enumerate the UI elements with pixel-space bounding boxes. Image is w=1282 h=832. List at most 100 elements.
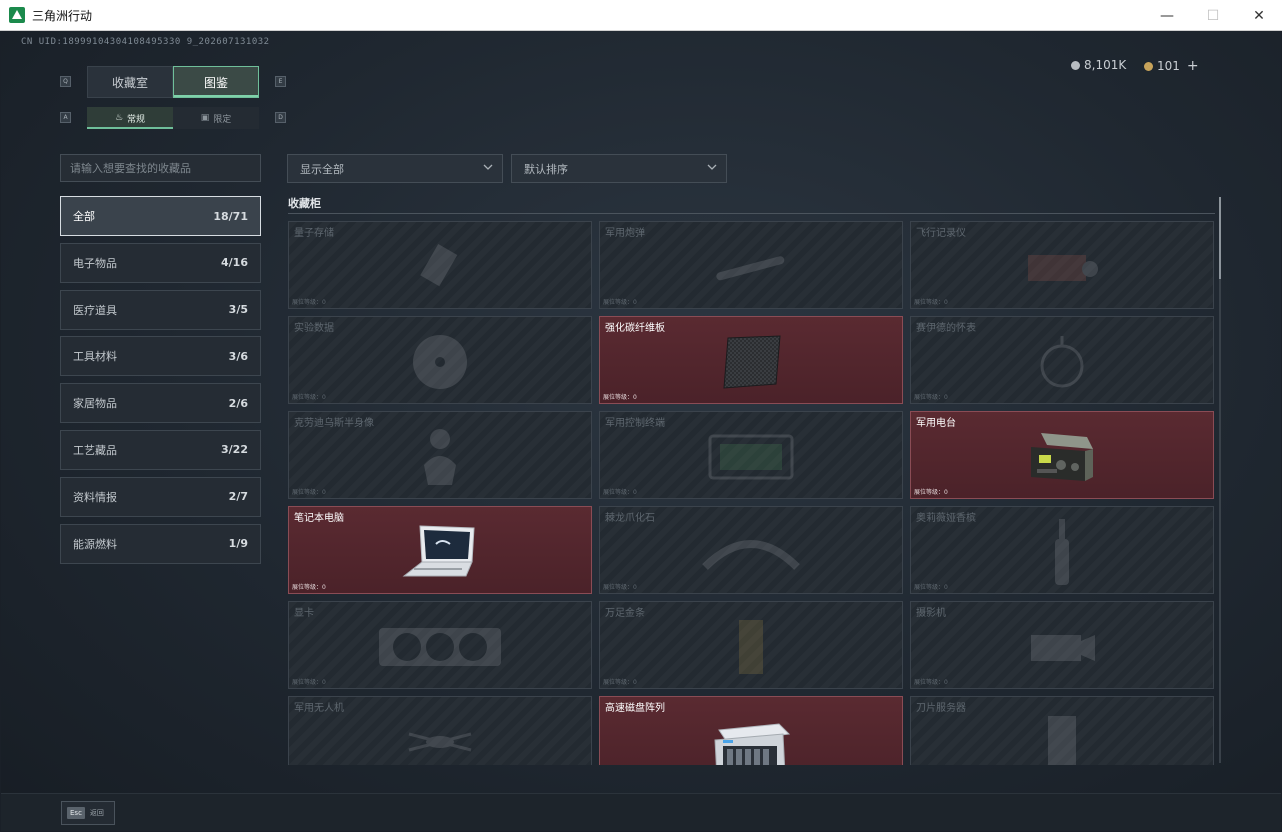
chevron-down-icon	[707, 164, 717, 170]
collection-card[interactable]: 量子存储 展位等级：0	[288, 221, 592, 309]
silver-coin-icon	[1071, 60, 1080, 70]
collection-card[interactable]: 万足金条 展位等级：0	[599, 601, 903, 689]
card-name: 军用控制终端	[605, 418, 665, 429]
collection-card[interactable]: 飞行记录仪 展位等级：0	[910, 221, 1214, 309]
collection-card[interactable]: 赛伊德的怀表 展位等级：0	[910, 316, 1214, 404]
close-button[interactable]: ✕	[1236, 0, 1282, 31]
category-medical[interactable]: 医疗道具 3/5	[60, 289, 261, 330]
user-uid: CN UID:18999104304108495330 9_2026071310…	[21, 37, 270, 47]
card-name: 军用电台	[916, 418, 956, 429]
card-level: 展位等级：0	[292, 394, 326, 401]
collection-grid-viewport: 量子存储 展位等级：0 军用炮弹 展位等级：0 飞行记录仪 展位等级：0 实验数…	[288, 221, 1216, 765]
category-count: 3/6	[228, 349, 248, 363]
category-label: 工具材料	[73, 350, 117, 364]
key-hint-e: E	[275, 76, 286, 87]
category-label: 电子物品	[73, 256, 117, 270]
category-intel[interactable]: 资料情报 2/7	[60, 476, 261, 517]
collection-card[interactable]: 强化碳纤维板 展位等级：0	[599, 316, 903, 404]
pocket-watch-icon	[1040, 335, 1084, 388]
category-electronics[interactable]: 电子物品 4/16	[60, 242, 261, 283]
card-level: 展位等级：0	[292, 489, 326, 496]
currency-primary: 8,101K	[1071, 58, 1126, 72]
category-count: 3/22	[221, 443, 248, 457]
sort-value: 默认排序	[524, 162, 568, 176]
camera-icon	[1031, 634, 1095, 661]
flame-icon: ♨	[114, 113, 124, 123]
collection-card[interactable]: 军用控制终端 展位等级：0	[599, 411, 903, 499]
collection-card[interactable]: 显卡 展位等级：0	[288, 601, 592, 689]
collection-grid: 量子存储 展位等级：0 军用炮弹 展位等级：0 飞行记录仪 展位等级：0 实验数…	[288, 221, 1216, 765]
search-input[interactable]	[60, 154, 261, 182]
grid-scrollbar-thumb[interactable]	[1219, 197, 1221, 279]
collection-card[interactable]: 军用无人机 展位等级：0	[288, 696, 592, 765]
maximize-button[interactable]: ☐	[1190, 0, 1236, 31]
category-all[interactable]: 全部 18/71	[60, 196, 261, 236]
subtab-regular-label: 常规	[127, 114, 146, 125]
minimize-button[interactable]: —	[1144, 0, 1190, 31]
champagne-icon	[1055, 518, 1069, 585]
esc-key-hint: Esc	[67, 807, 85, 819]
add-currency-button[interactable]: +	[1187, 58, 1199, 74]
card-level: 展位等级：0	[603, 679, 637, 686]
subtab-regular[interactable]: ♨ 常规	[87, 107, 173, 129]
card-name: 量子存储	[294, 228, 334, 239]
category-energy[interactable]: 能源燃料 1/9	[60, 523, 261, 564]
radio-icon	[1031, 432, 1093, 481]
subtab-limited[interactable]: ▣ 限定	[173, 107, 259, 129]
blade-server-icon	[1048, 715, 1076, 765]
category-label: 工艺藏品	[73, 443, 117, 457]
sort-select[interactable]: 默认排序	[511, 154, 727, 183]
collection-card[interactable]: 笔记本电脑 展位等级：0	[288, 506, 592, 594]
back-label: 返回	[89, 809, 104, 817]
card-level: 展位等级：0	[292, 584, 326, 591]
collection-card[interactable]: 军用炮弹 展位等级：0	[599, 221, 903, 309]
main-tabs: 收藏室 图鉴	[87, 66, 259, 98]
collection-card[interactable]: 高速磁盘阵列 展位等级：0	[599, 696, 903, 765]
gold-coin-icon	[1144, 61, 1153, 71]
category-count: 2/7	[228, 490, 248, 504]
collection-card[interactable]: 摄影机 展位等级：0	[910, 601, 1214, 689]
gold-bar-icon	[739, 619, 763, 674]
category-crafts[interactable]: 工艺藏品 3/22	[60, 429, 261, 470]
window-titlebar: 三角洲行动 — ☐ ✕	[0, 0, 1282, 31]
card-name: 飞行记录仪	[916, 228, 966, 239]
collection-card[interactable]: 刀片服务器 展位等级：0	[910, 696, 1214, 765]
card-level: 展位等级：0	[914, 679, 948, 686]
category-household[interactable]: 家居物品 2/6	[60, 383, 261, 424]
category-count: 4/16	[221, 256, 248, 270]
image-icon: ▣	[200, 113, 210, 123]
section-title: 收藏柜	[288, 197, 321, 210]
card-level: 展位等级：0	[603, 299, 637, 306]
claw-fossil-icon	[702, 539, 800, 570]
tab-collection-room[interactable]: 收藏室	[87, 66, 173, 98]
card-name: 强化碳纤维板	[605, 323, 665, 334]
section-divider	[288, 213, 1215, 214]
card-level: 展位等级：0	[292, 679, 326, 686]
key-hint-q: Q	[60, 76, 71, 87]
grid-scrollbar[interactable]	[1219, 197, 1221, 763]
category-tools[interactable]: 工具材料 3/6	[60, 336, 261, 377]
tab-codex[interactable]: 图鉴	[173, 66, 259, 98]
card-name: 军用无人机	[294, 703, 344, 714]
gpu-icon	[379, 627, 501, 666]
window-title: 三角洲行动	[32, 8, 93, 23]
shell-icon	[716, 255, 785, 280]
carbon-plate-icon	[723, 335, 781, 389]
subtab-limited-label: 限定	[213, 114, 232, 125]
key-hint-a: A	[60, 112, 71, 123]
collection-card[interactable]: 实验数据 展位等级：0	[288, 316, 592, 404]
back-button[interactable]: Esc 返回	[61, 801, 115, 825]
category-count: 1/9	[228, 537, 248, 551]
card-level: 展位等级：0	[914, 299, 948, 306]
collection-card[interactable]: 奥莉薇娅香槟 展位等级：0	[910, 506, 1214, 594]
card-name: 军用炮弹	[605, 228, 645, 239]
collection-card[interactable]: 克劳迪乌斯半身像 展位等级：0	[288, 411, 592, 499]
filter-display-select[interactable]: 显示全部	[287, 154, 503, 183]
collection-card[interactable]: 军用电台 展位等级：0	[910, 411, 1214, 499]
collection-card[interactable]: 棘龙爪化石 展位等级：0	[599, 506, 903, 594]
category-label: 医疗道具	[73, 303, 117, 317]
card-name: 高速磁盘阵列	[605, 703, 665, 714]
app-logo-icon	[9, 7, 25, 23]
category-count: 18/71	[213, 209, 248, 223]
currency-secondary: 101 +	[1144, 58, 1199, 74]
